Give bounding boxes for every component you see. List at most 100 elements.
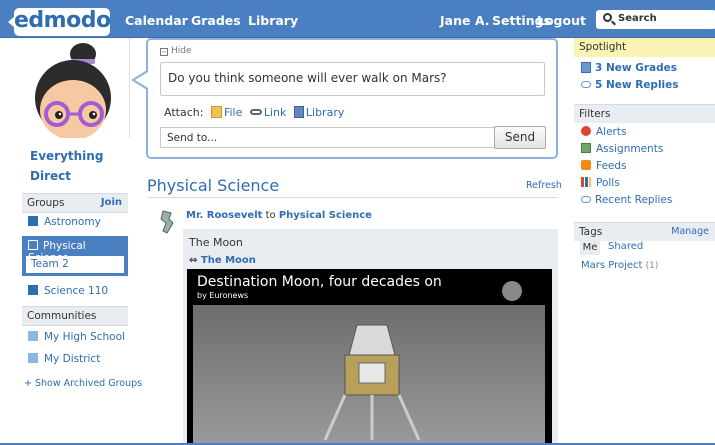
attach-link-label: Link — [263, 106, 287, 119]
search-placeholder: Search — [618, 13, 657, 24]
tag-tabs: Me Shared — [577, 240, 715, 256]
attach-label: Attach: — [164, 106, 204, 119]
filter-recent-replies[interactable]: Recent Replies — [581, 194, 672, 206]
join-group-link[interactable]: Join — [101, 197, 122, 208]
manage-tags-link[interactable]: Manage — [671, 226, 709, 237]
alert-icon — [581, 126, 591, 136]
stream-title: Physical Science — [147, 176, 280, 195]
avatar-illustration — [35, 43, 111, 138]
filter-label: Assignments — [596, 143, 664, 155]
euronews-logo-icon — [502, 281, 522, 301]
video-subtitle: by Euronews — [197, 291, 249, 300]
attach-library-button[interactable]: Library — [293, 106, 345, 119]
library-icon — [293, 106, 304, 118]
community-item-my-high-school[interactable]: My High School — [28, 331, 125, 343]
grade-icon — [581, 62, 591, 73]
group-item-astronomy[interactable]: Astronomy — [28, 216, 101, 228]
show-archived-groups-link[interactable]: + Show Archived Groups — [24, 378, 142, 389]
edmodo-logo[interactable]: edmodo — [14, 8, 111, 36]
filters-header: Filters — [574, 104, 715, 123]
community-label: My High School — [44, 331, 125, 343]
avatar[interactable] — [13, 38, 130, 138]
top-nav-bar: edmodo Calendar Grades Library Jane A. S… — [0, 0, 715, 38]
group-label: Astronomy — [44, 216, 101, 228]
post-to-word: to — [265, 210, 276, 221]
groups-section-header: Groups Join — [22, 193, 128, 213]
hide-compose-toggle[interactable]: − Hide — [160, 46, 192, 56]
tag-mars-project[interactable]: Mars Project (1) — [581, 260, 658, 271]
filter-polls[interactable]: Polls — [581, 177, 620, 189]
link-chain-icon: ⇔ — [189, 255, 201, 266]
tags-header: Tags Manage — [574, 222, 715, 241]
poll-chart-icon — [581, 177, 591, 187]
spotlight-header: Spotlight — [574, 38, 715, 57]
nav-calendar[interactable]: Calendar — [125, 13, 188, 28]
link-icon — [249, 109, 262, 115]
attach-file-label: File — [223, 106, 243, 119]
search-icon — [603, 13, 612, 22]
tag-count: (1) — [645, 261, 659, 271]
video-title: Destination Moon, four decades on — [197, 274, 442, 290]
video-player[interactable]: Destination Moon, four decades on by Eur… — [187, 269, 552, 445]
nav-everything[interactable]: Everything — [30, 149, 103, 163]
spotlight-label: 3 New Grades — [595, 62, 677, 74]
post-author-link[interactable]: Mr. Roosevelt — [186, 210, 262, 221]
communities-heading: Communities — [27, 310, 97, 322]
post-header: Mr. Roosevelt to Physical Science — [186, 210, 372, 221]
send-to-input[interactable]: Send to... — [160, 127, 496, 148]
tag-tab-shared[interactable]: Shared — [608, 241, 643, 252]
community-color-swatch — [28, 331, 38, 341]
attach-library-label: Library — [305, 106, 345, 119]
filter-label: Feeds — [596, 160, 627, 172]
community-item-my-district[interactable]: My District — [28, 353, 100, 365]
send-button[interactable]: Send — [494, 126, 546, 149]
tag-name: Mars Project — [581, 260, 643, 271]
compose-pointer-inner — [135, 72, 148, 88]
nav-user[interactable]: Jane A. — [440, 13, 489, 28]
community-color-swatch — [28, 353, 38, 363]
assignment-icon — [581, 143, 591, 153]
spotlight-label: 5 New Replies — [595, 79, 679, 91]
spotlight-new-replies[interactable]: 5 New Replies — [581, 79, 679, 91]
subgroup-item-team-2[interactable]: Team 2 — [26, 256, 124, 273]
filter-feeds[interactable]: Feeds — [581, 160, 627, 172]
group-item-physical-science-selected[interactable]: Physical Science Team 2 — [22, 236, 128, 276]
poster-avatar-icon[interactable] — [157, 209, 177, 235]
filter-label: Polls — [596, 177, 620, 189]
stream-divider — [147, 197, 558, 198]
post-text-input[interactable]: Do you think someone will ever walk on M… — [160, 62, 545, 96]
rss-feed-icon — [581, 160, 591, 170]
lunar-lander-image — [323, 324, 421, 441]
group-color-swatch — [28, 285, 38, 295]
nav-grades[interactable]: Grades — [191, 13, 241, 28]
attach-file-button[interactable]: File — [210, 106, 243, 119]
post-video-link[interactable]: ⇔ The Moon — [189, 255, 256, 266]
filter-label: Recent Replies — [595, 194, 673, 206]
group-item-science-110[interactable]: Science 110 — [28, 285, 108, 297]
groups-heading: Groups — [27, 197, 65, 209]
nav-logout[interactable]: Logout — [537, 13, 586, 28]
refresh-link[interactable]: Refresh — [526, 180, 562, 191]
group-color-swatch — [28, 240, 38, 250]
nav-direct[interactable]: Direct — [30, 169, 71, 183]
compose-box: − Hide Do you think someone will ever wal… — [146, 38, 558, 159]
filter-label: Alerts — [596, 126, 627, 138]
nav-library[interactable]: Library — [248, 13, 298, 28]
spotlight-new-grades[interactable]: 3 New Grades — [581, 62, 677, 74]
reply-icon — [581, 81, 591, 88]
filter-assignments[interactable]: Assignments — [581, 143, 663, 155]
collapse-icon: − — [160, 48, 168, 56]
filter-alerts[interactable]: Alerts — [581, 126, 626, 138]
tag-tab-me[interactable]: Me — [580, 241, 600, 255]
tags-heading: Tags — [579, 226, 603, 238]
search-input[interactable]: Search — [596, 10, 715, 29]
post-group-link[interactable]: Physical Science — [279, 210, 372, 221]
post-body: The Moon ⇔ The Moon Destination Moon, fo… — [183, 229, 558, 445]
communities-section-header: Communities — [22, 306, 128, 326]
group-color-swatch — [28, 216, 38, 226]
hide-label: Hide — [171, 46, 192, 56]
attach-row: Attach: File Link Library — [164, 106, 344, 119]
file-icon — [210, 106, 222, 118]
post-link-label: The Moon — [200, 255, 256, 266]
attach-link-button[interactable]: Link — [249, 106, 287, 119]
